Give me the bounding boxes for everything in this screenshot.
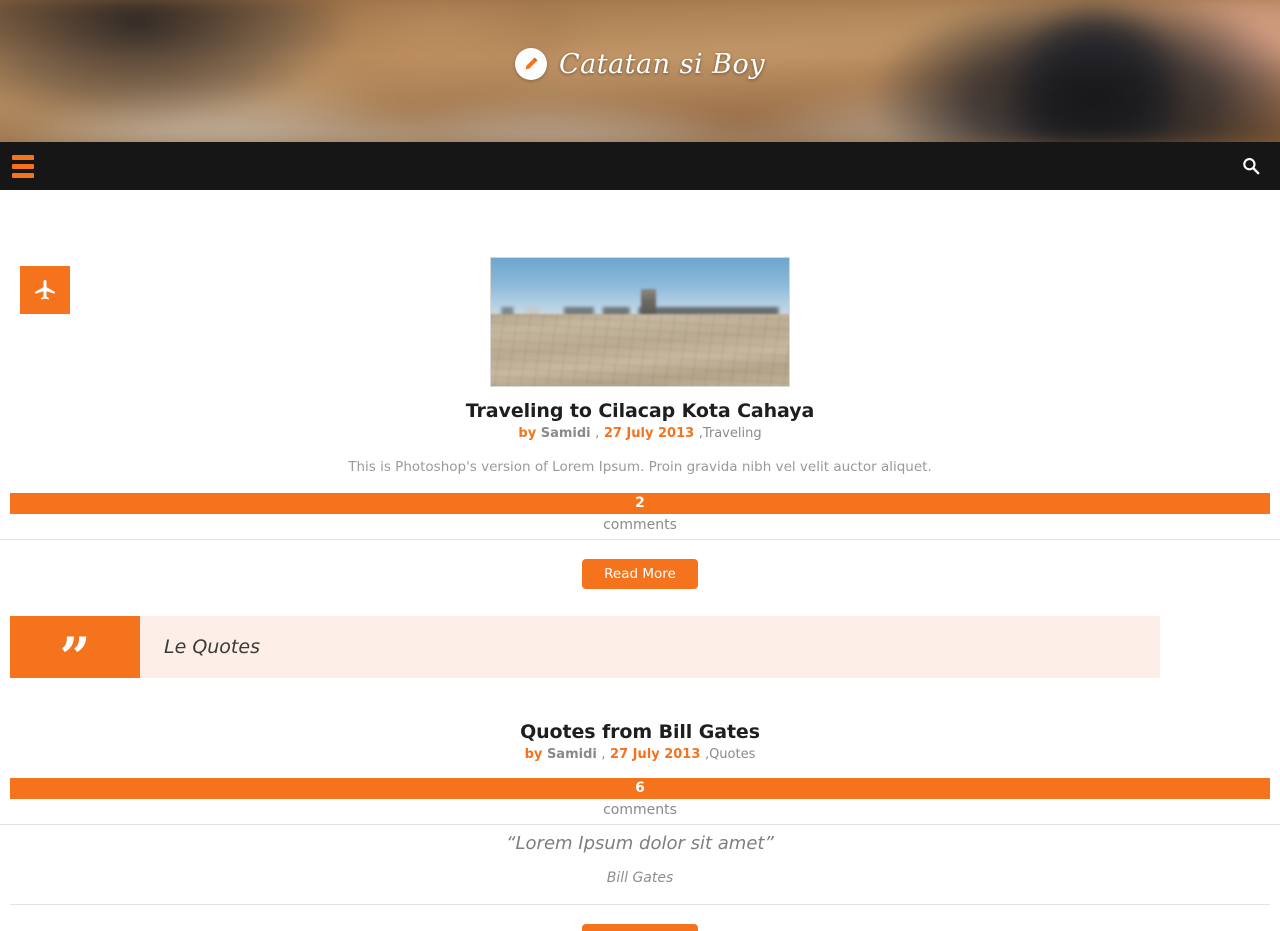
quotes-section-header: ” Le Quotes	[0, 616, 1280, 684]
quote-meta-author[interactable]: Samidi	[547, 747, 597, 762]
quote-meta-category[interactable]: ,Quotes	[705, 747, 755, 762]
quote-comments-block: 6 comments	[0, 778, 1280, 826]
site-logo[interactable]: Catatan si Boy	[0, 48, 1280, 80]
quote-comments-count[interactable]: 6	[10, 778, 1270, 800]
post-excerpt: This is Photoshop's version of Lorem Ips…	[348, 459, 932, 475]
quotes-header-bar: ” Le Quotes	[10, 616, 1160, 684]
comments-label: comments	[0, 514, 1280, 541]
quote-meta-by-label: by	[524, 747, 543, 763]
quote-text: “Lorem Ipsum dolor sit amet”	[506, 833, 774, 855]
post-meta-author[interactable]: Samidi	[541, 426, 591, 441]
read-more-button[interactable]: Read More	[582, 559, 698, 590]
quote-post-item: Quotes from Bill Gates by Samidi , 27 Ju…	[0, 678, 1280, 931]
hamburger-bar	[12, 172, 34, 178]
comments-count[interactable]: 2	[10, 493, 1270, 515]
search-icon[interactable]	[1236, 151, 1266, 181]
quote-post-title[interactable]: Quotes from Bill Gates	[0, 721, 1280, 743]
quote-post-actions: Read More	[0, 905, 1280, 931]
post-actions: Read More	[0, 540, 1280, 590]
post-meta-by-label: by	[518, 426, 537, 441]
hamburger-bar	[12, 154, 34, 160]
post-meta-separator: ,	[595, 426, 600, 441]
quote-author: Bill Gates	[10, 870, 1270, 906]
hamburger-icon[interactable]	[8, 149, 38, 184]
quote-comments-label: comments	[0, 799, 1280, 826]
post-thumbnail[interactable]	[490, 257, 790, 387]
quotes-heading: Le Quotes	[164, 636, 260, 659]
quote-post-meta: by Samidi , 27 July 2013 ,Quotes	[0, 747, 1280, 762]
post-meta: by Samidi , 27 July 2013 ,Traveling	[0, 426, 1280, 441]
post-meta-category[interactable]: ,Traveling	[699, 426, 762, 441]
main-content: Traveling to Cilacap Kota Cahaya by Sami…	[0, 190, 1280, 931]
pencil-icon	[514, 48, 547, 80]
quote-read-more-button[interactable]: Read More	[582, 924, 698, 931]
site-logo-text: Catatan si Boy	[558, 48, 766, 80]
quote-meta-date: 27 July 2013	[610, 747, 701, 763]
post-meta-date: 27 July 2013	[603, 426, 695, 441]
post-comments-block: 2 comments	[0, 493, 1280, 541]
airplane-icon[interactable]	[20, 266, 70, 314]
thumbnail-blur-overlay	[491, 258, 789, 386]
post-title[interactable]: Traveling to Cilacap Kota Cahaya	[0, 400, 1280, 422]
quote-glyph: ”	[59, 625, 91, 690]
hamburger-bar	[12, 163, 34, 169]
quote-mark-icon: ”	[10, 616, 140, 684]
post-item: Traveling to Cilacap Kota Cahaya by Sami…	[0, 190, 1280, 590]
main-navbar	[0, 142, 1280, 190]
quote-meta-separator: ,	[601, 747, 606, 763]
site-header: Catatan si Boy	[0, 0, 1280, 142]
